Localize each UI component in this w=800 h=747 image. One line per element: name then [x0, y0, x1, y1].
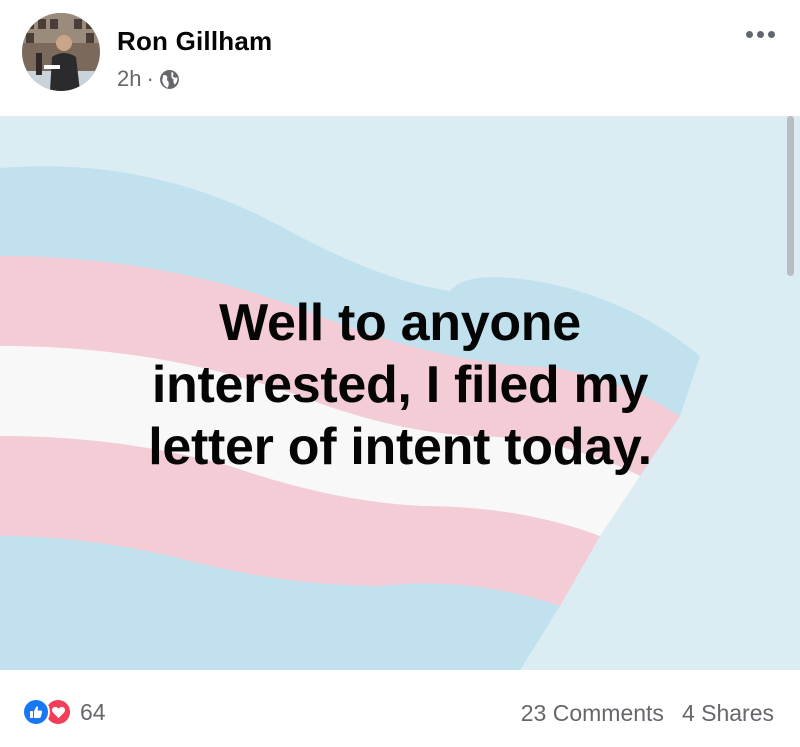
- more-dot: [767, 30, 775, 38]
- meta-separator: ·: [146, 66, 154, 91]
- like-icon: [22, 698, 50, 726]
- post-text: Well to anyone interested, I filed my le…: [148, 294, 652, 476]
- scrollbar[interactable]: [787, 116, 794, 276]
- engagement-counts: 23 Comments 4 Shares: [521, 700, 774, 727]
- more-dot: [756, 30, 764, 38]
- globe-icon[interactable]: [159, 69, 180, 90]
- facebook-post: Ron Gillham 2h · Well to anyone interest…: [0, 0, 800, 747]
- shares-count-link[interactable]: 4 Shares: [682, 700, 774, 727]
- author-avatar[interactable]: [22, 13, 100, 91]
- more-horizontal-icon: [745, 30, 753, 38]
- post-meta: 2h ·: [117, 66, 180, 92]
- post-background-image[interactable]: Well to anyone interested, I filed my le…: [0, 116, 800, 670]
- post-header: Ron Gillham 2h ·: [0, 0, 800, 116]
- more-options-button[interactable]: [736, 16, 784, 52]
- avatar-photo: [22, 13, 100, 91]
- author-name[interactable]: Ron Gillham: [117, 26, 272, 57]
- post-footer: 64 23 Comments 4 Shares: [0, 670, 800, 747]
- reactions-summary[interactable]: 64: [22, 698, 106, 726]
- comments-count-link[interactable]: 23 Comments: [521, 700, 664, 727]
- reaction-count: 64: [80, 698, 106, 725]
- post-timestamp[interactable]: 2h: [117, 66, 141, 92]
